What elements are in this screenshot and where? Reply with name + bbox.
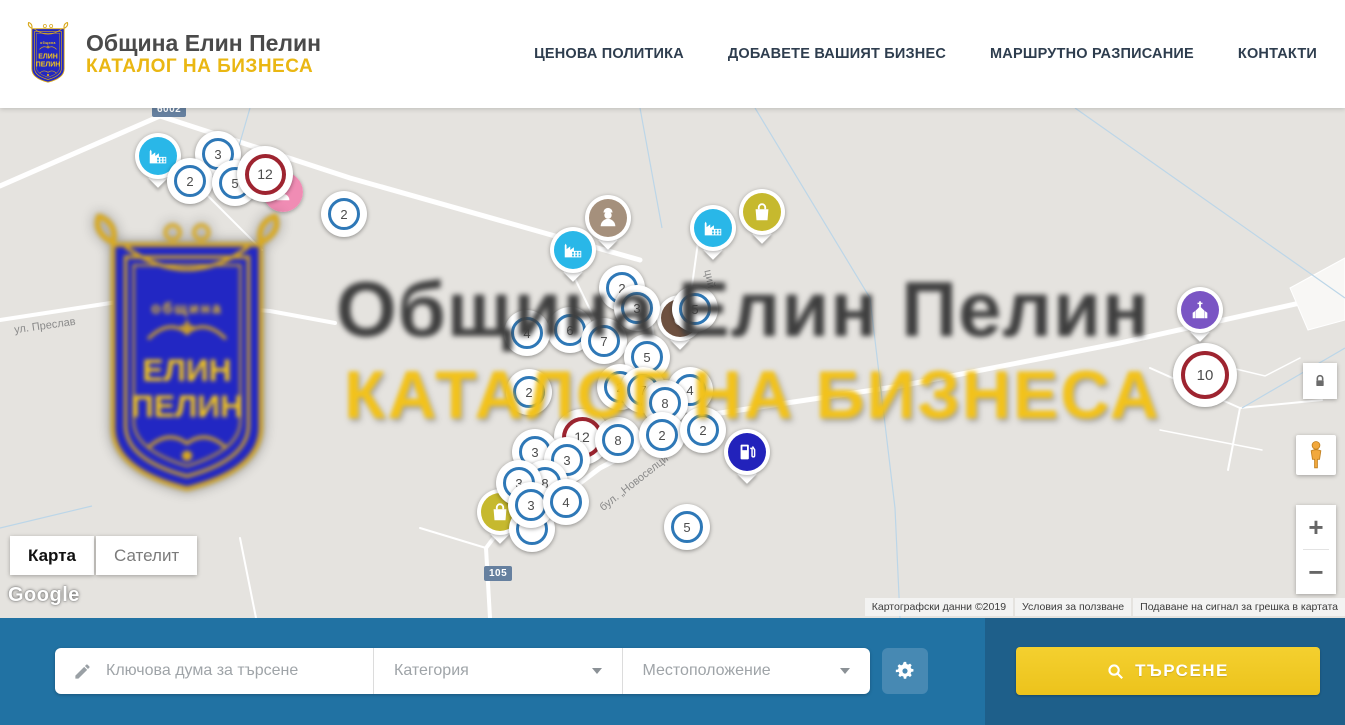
pencil-icon	[73, 662, 92, 681]
map-pin-church[interactable]	[1177, 287, 1223, 333]
map-cluster[interactable]: 2	[321, 191, 367, 237]
nav-item-contacts[interactable]: КОНТАКТИ	[1238, 46, 1317, 62]
bag-icon	[743, 193, 781, 231]
nav-item-add-business[interactable]: ДОБАВЕТЕ ВАШИЯТ БИЗНЕС	[728, 46, 946, 62]
cluster-ring: 2	[328, 198, 360, 230]
keyword-search-input[interactable]	[104, 661, 348, 681]
cluster-ring: 4	[550, 486, 582, 518]
map-lock-button[interactable]	[1303, 363, 1337, 399]
crest-top-text: община	[151, 300, 222, 317]
church-icon	[1181, 291, 1219, 329]
crest-line2: ПЕЛИН	[131, 388, 243, 424]
cluster-count: 3	[527, 498, 534, 513]
zoom-control: + −	[1296, 505, 1336, 594]
map-type-control: Карта Сателит	[10, 536, 197, 575]
cluster-ring: 2	[174, 165, 206, 197]
site-subtitle: КАТАЛОГ НА БИЗНЕСА	[86, 56, 321, 78]
cluster-count: 5	[683, 520, 690, 535]
attribution-report-link[interactable]: Подаване на сигнал за грешка в картата	[1133, 598, 1345, 616]
pegman-icon	[1303, 440, 1329, 470]
advanced-search-button[interactable]	[882, 648, 928, 694]
cluster-ring: 10	[1181, 351, 1229, 399]
crest-line1: ЕЛИН	[142, 352, 231, 388]
cluster-count: 3	[214, 147, 221, 162]
pin-disc	[739, 189, 785, 235]
zoom-out-button[interactable]: −	[1296, 550, 1336, 594]
attribution-copyright: Картографски данни ©2019	[865, 598, 1013, 616]
cluster-ring: 3	[515, 489, 547, 521]
pin-disc	[1177, 287, 1223, 333]
map-cluster[interactable]: 2	[167, 158, 213, 204]
crest-line1: ЕЛИН	[38, 54, 58, 61]
nav-item-schedule[interactable]: МАРШРУТНО РАЗПИСАНИЕ	[990, 46, 1194, 62]
cluster-count: 8	[614, 433, 621, 448]
municipality-crest-logo: община ЕЛИН ПЕЛИН	[24, 22, 72, 86]
factory-icon	[694, 209, 732, 247]
location-select-label: Местоположение	[643, 662, 771, 680]
cluster-count: 3	[531, 445, 538, 460]
zoom-in-button[interactable]: +	[1296, 505, 1336, 549]
map-cluster[interactable]: 5	[664, 504, 710, 550]
chevron-down-icon	[840, 668, 850, 674]
map-cluster[interactable]: 4	[543, 479, 589, 525]
gear-icon	[894, 660, 916, 682]
lock-icon	[1312, 373, 1328, 389]
search-bar: Категория Местоположение ТЪРСЕНЕ	[0, 618, 1345, 725]
fuel-icon	[728, 433, 766, 471]
map-cluster[interactable]: 12	[237, 146, 293, 202]
watermark-crest: община ЕЛИН ПЕЛИН	[84, 214, 290, 506]
location-select[interactable]: Местоположение	[623, 648, 871, 694]
cluster-count: 2	[186, 174, 193, 189]
map-pin-factory[interactable]	[690, 205, 736, 251]
search-icon	[1107, 663, 1124, 680]
brand[interactable]: община ЕЛИН ПЕЛИН Община Елин Пелин КАТА…	[24, 22, 321, 86]
site-title: Община Елин Пелин	[86, 30, 321, 56]
nav-item-pricing[interactable]: ЦЕНОВА ПОЛИТИКА	[534, 46, 684, 62]
category-select[interactable]: Категория	[374, 648, 622, 694]
pin-disc	[724, 429, 770, 475]
cluster-count: 10	[1197, 367, 1214, 384]
map-type-satellite-button[interactable]: Сателит	[96, 536, 197, 575]
map-type-map-button[interactable]: Карта	[10, 536, 94, 575]
watermark-subtitle: КАТАЛОГ НА БИЗНЕСА	[344, 356, 1161, 434]
search-submit-button[interactable]: ТЪРСЕНЕ	[1016, 647, 1320, 695]
street-view-pegman[interactable]	[1296, 435, 1336, 475]
map[interactable]: 32512223564752748212822338334510 община …	[0, 108, 1345, 618]
cluster-count: 4	[562, 495, 569, 510]
main-nav: ЦЕНОВА ПОЛИТИКА ДОБАВЕТЕ ВАШИЯТ БИЗНЕС М…	[534, 46, 1317, 62]
search-button-label: ТЪРСЕНЕ	[1135, 661, 1229, 681]
road-number-badge: 6002	[152, 108, 186, 117]
chevron-down-icon	[592, 668, 602, 674]
category-select-label: Категория	[394, 662, 469, 680]
crest-line2: ПЕЛИН	[36, 61, 61, 68]
map-pin-fuel[interactable]	[724, 429, 770, 475]
cluster-ring: 12	[245, 154, 286, 195]
road-number-badge: 105	[484, 566, 512, 581]
google-logo[interactable]: Google	[8, 584, 80, 607]
cluster-count: 2	[340, 207, 347, 222]
crest-top-text: община	[40, 41, 56, 45]
pin-disc	[690, 205, 736, 251]
header: община ЕЛИН ПЕЛИН Община Елин Пелин КАТА…	[0, 0, 1345, 108]
watermark-title: Община Елин Пелин	[336, 264, 1150, 355]
keyword-field-wrap	[55, 648, 373, 694]
cluster-count: 3	[563, 453, 570, 468]
map-pin-bag[interactable]	[739, 189, 785, 235]
search-filter-group: Категория Местоположение	[55, 648, 870, 694]
cluster-ring: 5	[671, 511, 703, 543]
map-attribution: Картографски данни ©2019 Условия за полз…	[865, 598, 1345, 616]
map-cluster[interactable]: 10	[1173, 343, 1237, 407]
cluster-count: 12	[257, 166, 273, 182]
attribution-terms-link[interactable]: Условия за ползване	[1015, 598, 1131, 616]
